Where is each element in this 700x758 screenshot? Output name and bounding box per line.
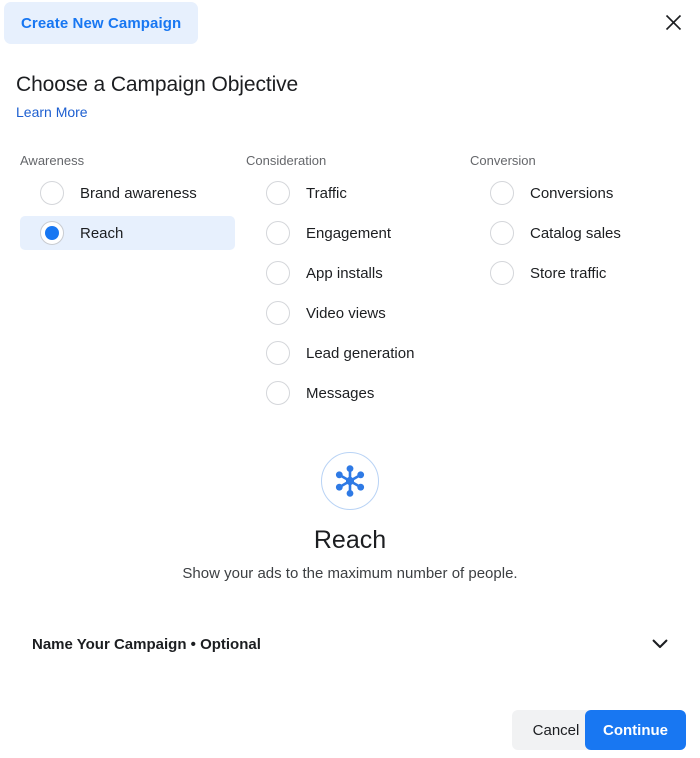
- option-label: Catalog sales: [530, 224, 621, 242]
- radio-conversions[interactable]: [490, 181, 514, 205]
- option-label: Video views: [306, 304, 386, 322]
- detail-description: Show your ads to the maximum number of p…: [182, 565, 518, 582]
- option-label: Conversions: [530, 184, 614, 202]
- radio-brand-awareness[interactable]: [40, 181, 64, 205]
- option-label: Traffic: [306, 184, 347, 202]
- detail-title: Reach: [313, 526, 387, 554]
- reach-hub-spokes-icon: [321, 452, 379, 510]
- column-awareness: Awareness Brand awareness Reach: [20, 152, 235, 256]
- column-title-conversion: Conversion: [470, 153, 536, 168]
- tab-label: Create New Campaign: [21, 14, 182, 32]
- option-catalog-sales[interactable]: Catalog sales: [470, 216, 685, 250]
- radio-reach[interactable]: [40, 221, 64, 245]
- column-title-awareness: Awareness: [20, 153, 85, 168]
- close-icon: [665, 14, 682, 31]
- option-store-traffic[interactable]: Store traffic: [470, 256, 685, 290]
- name-campaign-label: Name Your Campaign • Optional: [32, 635, 261, 653]
- column-title-consideration: Consideration: [246, 153, 327, 168]
- option-label: Engagement: [306, 224, 392, 242]
- dialog-footer: Cancel Continue: [0, 708, 700, 752]
- close-button[interactable]: [660, 9, 686, 35]
- option-brand-awareness[interactable]: Brand awareness: [20, 176, 235, 210]
- option-label: Reach: [80, 224, 124, 242]
- option-label: App installs: [306, 264, 383, 282]
- radio-catalog-sales[interactable]: [490, 221, 514, 245]
- page-title: Choose a Campaign Objective: [16, 73, 299, 96]
- chevron-down-icon[interactable]: [652, 639, 668, 649]
- learn-more-link[interactable]: Learn More: [16, 104, 88, 120]
- option-video-views[interactable]: Video views: [246, 296, 461, 330]
- radio-lead-generation[interactable]: [266, 341, 290, 365]
- option-label: Store traffic: [530, 264, 607, 282]
- option-lead-generation[interactable]: Lead generation: [246, 336, 461, 370]
- option-app-installs[interactable]: App installs: [246, 256, 461, 290]
- radio-engagement[interactable]: [266, 221, 290, 245]
- option-label: Brand awareness: [80, 184, 197, 202]
- option-label: Lead generation: [306, 344, 415, 362]
- option-engagement[interactable]: Engagement: [246, 216, 461, 250]
- option-messages[interactable]: Messages: [246, 376, 461, 410]
- column-conversion: Conversion Conversions Catalog sales Sto…: [470, 152, 685, 296]
- radio-store-traffic[interactable]: [490, 261, 514, 285]
- top-bar: Create New Campaign: [0, 0, 700, 46]
- tab-create-new-campaign[interactable]: Create New Campaign: [4, 2, 199, 44]
- name-campaign-section[interactable]: Name Your Campaign • Optional: [32, 630, 668, 658]
- option-traffic[interactable]: Traffic: [246, 176, 461, 210]
- radio-app-installs[interactable]: [266, 261, 290, 285]
- radio-messages[interactable]: [266, 381, 290, 405]
- option-conversions[interactable]: Conversions: [470, 176, 685, 210]
- radio-traffic[interactable]: [266, 181, 290, 205]
- continue-button[interactable]: Continue: [585, 710, 686, 750]
- objective-detail: Reach Show your ads to the maximum numbe…: [0, 452, 700, 582]
- radio-video-views[interactable]: [266, 301, 290, 325]
- option-label: Messages: [306, 384, 375, 402]
- option-reach[interactable]: Reach: [20, 216, 235, 250]
- column-consideration: Consideration Traffic Engagement App ins…: [246, 152, 461, 416]
